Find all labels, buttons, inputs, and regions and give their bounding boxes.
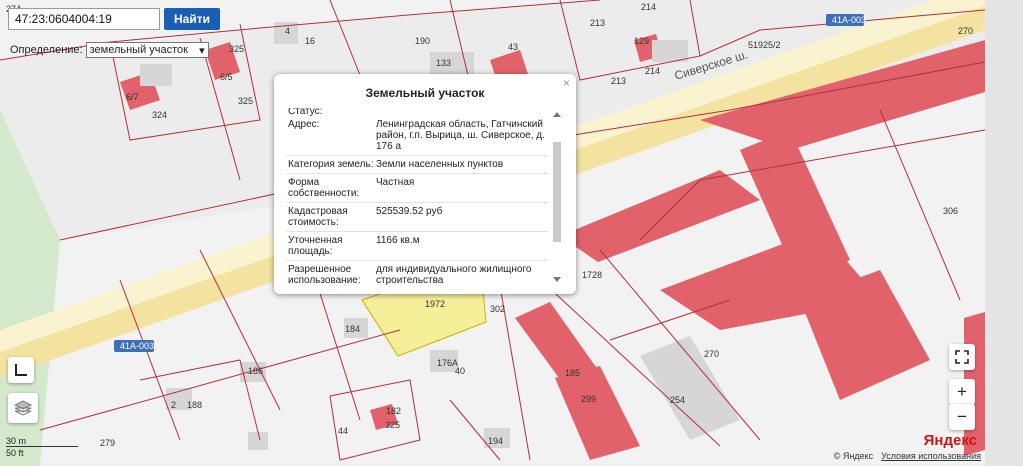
terms-link[interactable]: Условия использования (881, 451, 981, 461)
popup-row-value: 1166 кв.м (376, 235, 420, 246)
popup-row-key: Кадастровая стоимость: (288, 206, 348, 228)
popup-row: Форма собственности: Частная (286, 174, 548, 203)
zoom-out-button[interactable]: − (949, 404, 975, 430)
svg-text:325: 325 (385, 420, 400, 430)
scale-metric: 30 m (6, 436, 78, 447)
svg-text:6/5: 6/5 (220, 72, 233, 82)
fullscreen-button[interactable] (949, 344, 975, 370)
definition-selected-value: земельный участок (89, 44, 188, 56)
svg-text:186: 186 (248, 366, 263, 376)
chevron-down-icon: ▾ (199, 44, 205, 57)
svg-text:194: 194 (488, 436, 503, 446)
svg-text:302: 302 (490, 304, 505, 314)
popup-row-key: Уточненная площадь: (288, 235, 343, 257)
popup-row-key: Разрешенное использование: (288, 264, 361, 286)
svg-text:324: 324 (152, 110, 167, 120)
svg-text:44: 44 (338, 426, 348, 436)
svg-text:185: 185 (565, 368, 580, 378)
popup-row-value: Частная (376, 177, 415, 188)
yandex-logo: Яндекс (923, 432, 977, 449)
svg-text:184: 184 (345, 324, 360, 334)
svg-text:41А-003: 41А-003 (120, 341, 154, 351)
scale-bar: 30 m 50 ft (6, 436, 78, 458)
popup-row-value: Земли населенных пунктов (376, 159, 504, 170)
attribution: © Яндекс Условия использования (834, 451, 981, 461)
find-button[interactable]: Найти (164, 8, 220, 30)
svg-text:279: 279 (100, 438, 115, 448)
popup-row-value: Ленинградская область, Гатчинский район,… (376, 119, 545, 152)
layers-icon (14, 400, 32, 416)
scale-imperial: 50 ft (6, 448, 24, 458)
popup-row: Адрес: Ленинградская область, Гатчинский… (286, 116, 548, 156)
svg-text:270: 270 (704, 349, 719, 359)
svg-text:129: 129 (634, 36, 649, 46)
popup-row-value: для индивидуального жилищного строительс… (376, 264, 532, 286)
popup-row-value: 525539.52 руб (376, 206, 443, 217)
svg-text:254: 254 (670, 395, 685, 405)
svg-text:43: 43 (508, 42, 518, 52)
popup-row-key: Категория земель: (288, 159, 374, 170)
popup-row-key: Форма собственности: (288, 177, 360, 199)
popup-row-key: Адрес: (288, 119, 320, 130)
svg-text:51925/2: 51925/2 (748, 40, 781, 50)
svg-text:4: 4 (285, 26, 290, 36)
popup-row: Разрешенное использование: для индивидуа… (286, 261, 548, 286)
svg-text:1972: 1972 (425, 299, 445, 309)
popup-row: Уточненная площадь: 1166 кв.м (286, 232, 548, 261)
zoom-in-button[interactable]: + (949, 379, 975, 405)
popup-row: Категория земель: Земли населенных пункт… (286, 156, 548, 174)
svg-text:40: 40 (455, 366, 465, 376)
copyright-text: © Яндекс (833, 451, 874, 461)
svg-text:306: 306 (943, 206, 958, 216)
popup-body: Статус: Адрес: Ленинградская область, Га… (286, 108, 548, 286)
svg-text:325: 325 (238, 96, 253, 106)
svg-text:133: 133 (436, 58, 451, 68)
popup-title: Земельный участок (365, 86, 485, 100)
ruler-icon (15, 364, 27, 376)
svg-text:270: 270 (958, 26, 973, 36)
parcel-info-popup: × Земельный участок Статус: Адрес: Ленин… (274, 74, 576, 294)
definition-label: Определение: (10, 44, 83, 56)
ruler-tool-button[interactable] (8, 357, 34, 383)
svg-text:190: 190 (415, 36, 430, 46)
fullscreen-icon (955, 350, 969, 364)
svg-text:2: 2 (171, 400, 176, 410)
svg-text:16: 16 (305, 36, 315, 46)
definition-selector: Определение: земельный участок ▾ (10, 42, 209, 58)
svg-text:41А-003: 41А-003 (832, 15, 866, 25)
svg-text:1728: 1728 (582, 270, 602, 280)
svg-text:182: 182 (386, 406, 401, 416)
definition-select[interactable]: земельный участок ▾ (85, 42, 209, 58)
svg-text:6/7: 6/7 (126, 92, 139, 102)
cadastral-number-input[interactable] (8, 8, 160, 30)
cadastral-search: Найти (8, 8, 220, 30)
popup-scrollbar[interactable] (552, 112, 562, 282)
popup-row: Кадастровая стоимость: 525539.52 руб (286, 203, 548, 232)
popup-row-status-cut: Статус: (288, 108, 323, 116)
svg-text:299: 299 (581, 394, 596, 404)
svg-text:188: 188 (187, 400, 202, 410)
svg-text:325: 325 (229, 44, 244, 54)
svg-text:213: 213 (590, 18, 605, 28)
svg-text:213: 213 (611, 76, 626, 86)
svg-text:214: 214 (645, 66, 660, 76)
svg-text:214: 214 (641, 2, 656, 12)
layers-button[interactable] (8, 393, 38, 423)
